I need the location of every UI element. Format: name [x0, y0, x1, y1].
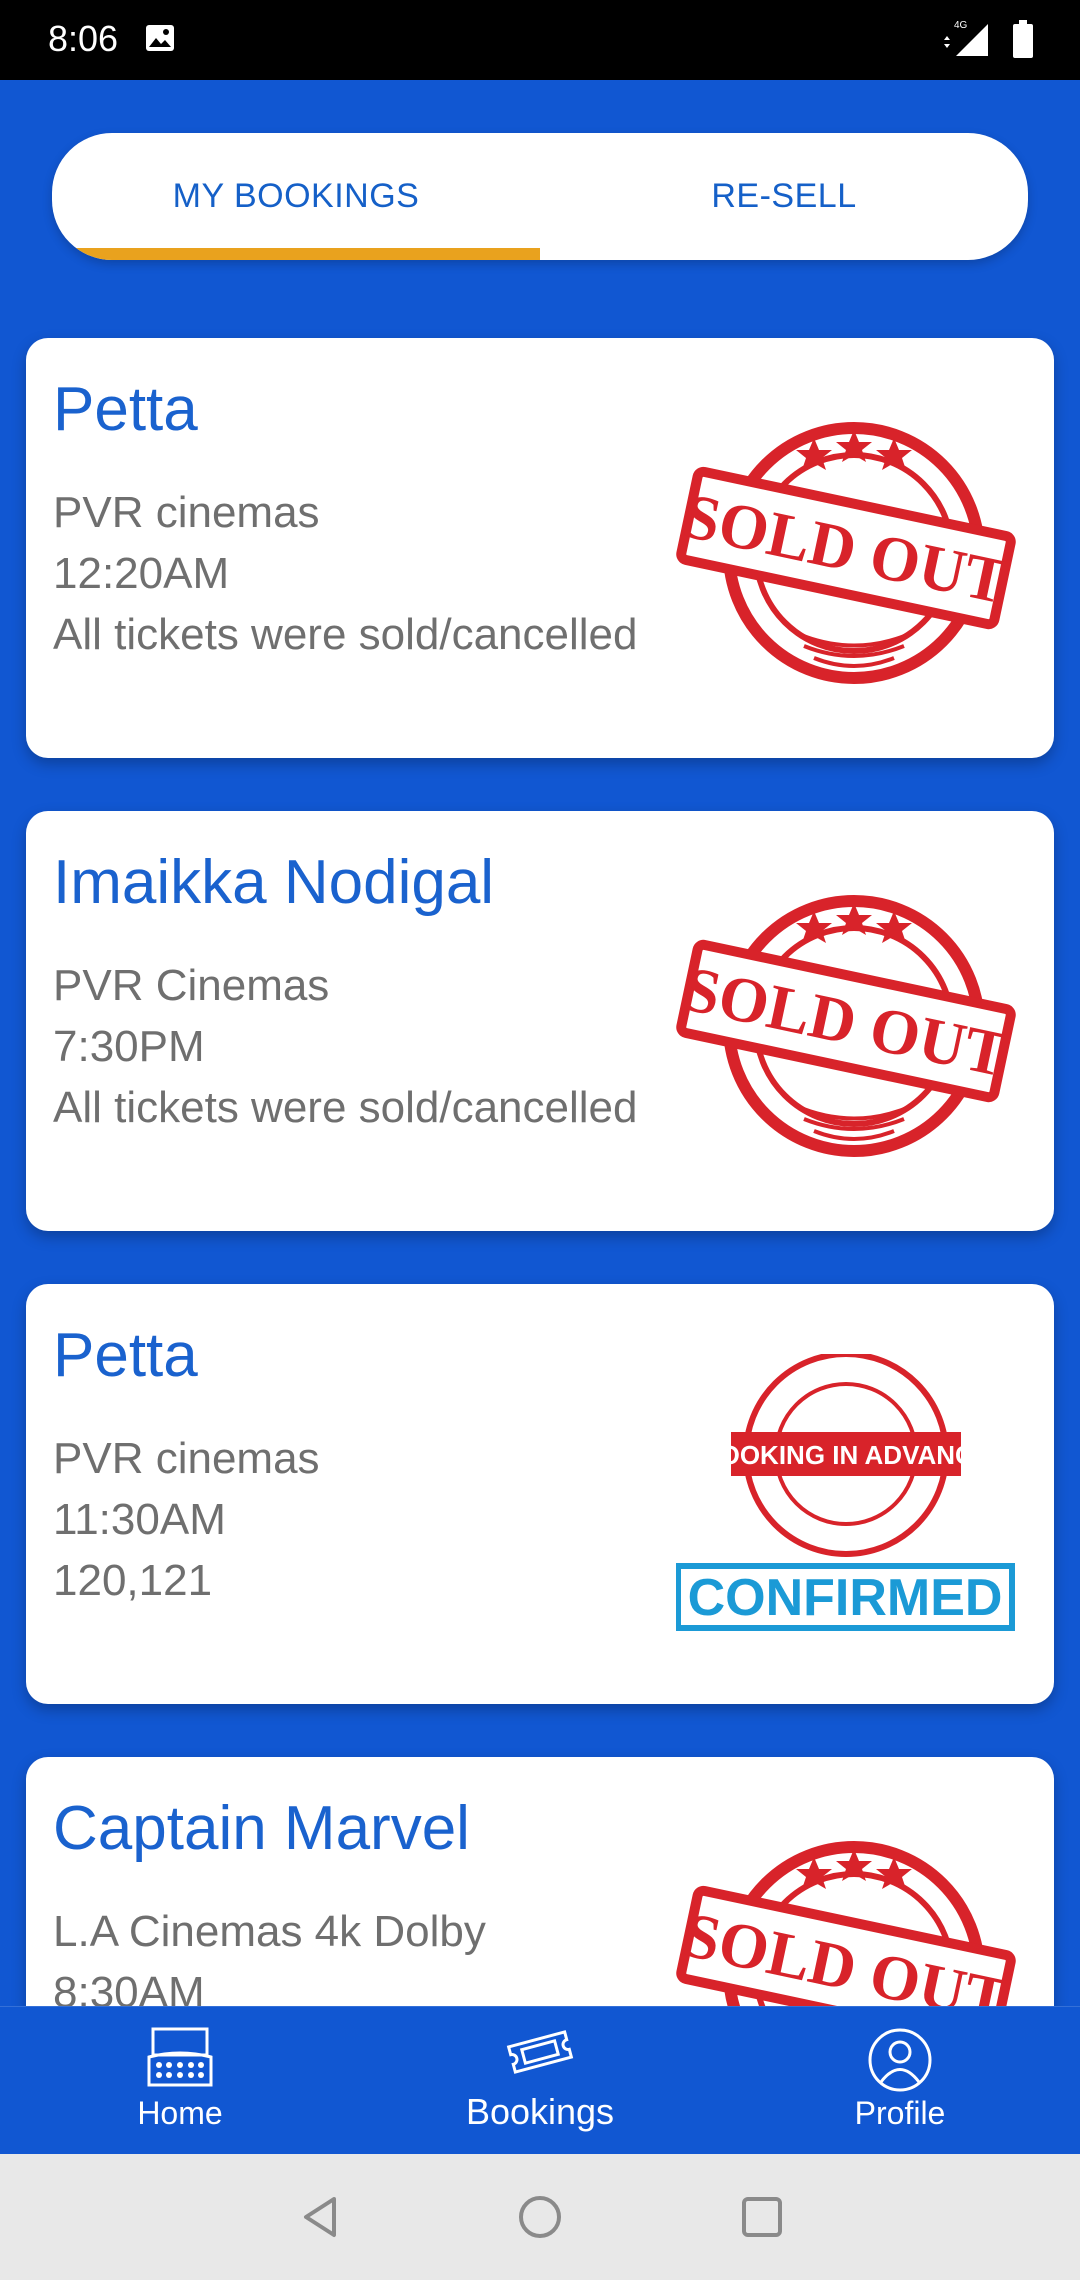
nav-bookings[interactable]: Bookings — [360, 2007, 720, 2155]
battery-icon — [1013, 20, 1033, 58]
network-type-text: 4G — [954, 20, 968, 31]
movie-title: Imaikka Nodigal — [53, 848, 495, 917]
show-time: 11:30AM — [53, 1495, 226, 1544]
ticket-icon — [506, 2030, 574, 2074]
cinema-name: PVR Cinemas — [53, 961, 330, 1010]
badge-text: BOOKING IN ADVANCE — [701, 1440, 991, 1470]
signal-icon: 4G — [944, 20, 988, 56]
tab-re-sell[interactable]: RE-SELL — [540, 133, 1028, 260]
app-content: MY BOOKINGS RE-SELL Petta PVR cinemas 12… — [0, 80, 1080, 2008]
booking-card[interactable]: Imaikka Nodigal PVR Cinemas 7:30PM All t… — [26, 811, 1054, 1231]
recents-icon[interactable] — [732, 2187, 792, 2247]
cinema-name: L.A Cinemas 4k Dolby — [53, 1907, 486, 1956]
movie-title: Captain Marvel — [53, 1794, 470, 1863]
nav-profile[interactable]: Profile — [720, 2007, 1080, 2155]
stamp-text: CONFIRMED — [688, 1569, 1003, 1627]
sold-out-stamp-icon: SOLD OUT — [676, 422, 1016, 684]
system-navigation-bar — [0, 2154, 1080, 2280]
booking-card[interactable]: Captain Marvel L.A Cinemas 4k Dolby 8:30… — [26, 1757, 1054, 2008]
booking-detail: All tickets were sold/cancelled — [53, 1083, 638, 1132]
back-icon[interactable] — [290, 2187, 350, 2247]
nav-bookings-label: Bookings — [465, 2091, 615, 2132]
show-time: 8:30AM — [53, 1968, 205, 2008]
cinema-name: PVR cinemas — [53, 488, 320, 537]
movie-title: Petta — [53, 375, 198, 444]
show-time: 12:20AM — [53, 549, 230, 598]
nav-home[interactable]: Home — [0, 2007, 360, 2155]
sold-out-stamp-icon: SOLD OUT — [676, 895, 1016, 1157]
sold-out-stamp-icon: SOLD OUT — [676, 1841, 1016, 2008]
seat-numbers: 120,121 — [53, 1556, 213, 1605]
bottom-navigation: Home Bookings Profile — [0, 2006, 1080, 2154]
status-bar: 8:06 4G — [0, 0, 1080, 80]
booking-detail: All tickets were sold/cancelled — [53, 610, 638, 659]
confirmed-stamp-icon: BOOKING IN ADVANCE CONFIRMED — [676, 1354, 1015, 1631]
active-tab-indicator — [52, 248, 540, 260]
status-time: 8:06 — [48, 18, 119, 59]
tab-my-bookings[interactable]: MY BOOKINGS — [52, 133, 540, 260]
cinema-name: PVR cinemas — [53, 1434, 320, 1483]
theater-icon — [147, 2027, 213, 2087]
show-time: 7:30PM — [53, 1022, 205, 1071]
booking-tabs: MY BOOKINGS RE-SELL — [52, 133, 1028, 260]
movie-title: Petta — [53, 1321, 198, 1390]
booking-card[interactable]: Petta PVR cinemas 11:30AM 120,121 BOOKIN… — [26, 1284, 1054, 1704]
image-notification-icon — [146, 25, 174, 51]
booking-card[interactable]: Petta PVR cinemas 12:20AM All tickets we… — [26, 338, 1054, 758]
nav-profile-label: Profile — [854, 2095, 946, 2131]
profile-icon — [868, 2028, 932, 2092]
home-circle-icon[interactable] — [510, 2187, 570, 2247]
nav-home-label: Home — [137, 2095, 223, 2131]
